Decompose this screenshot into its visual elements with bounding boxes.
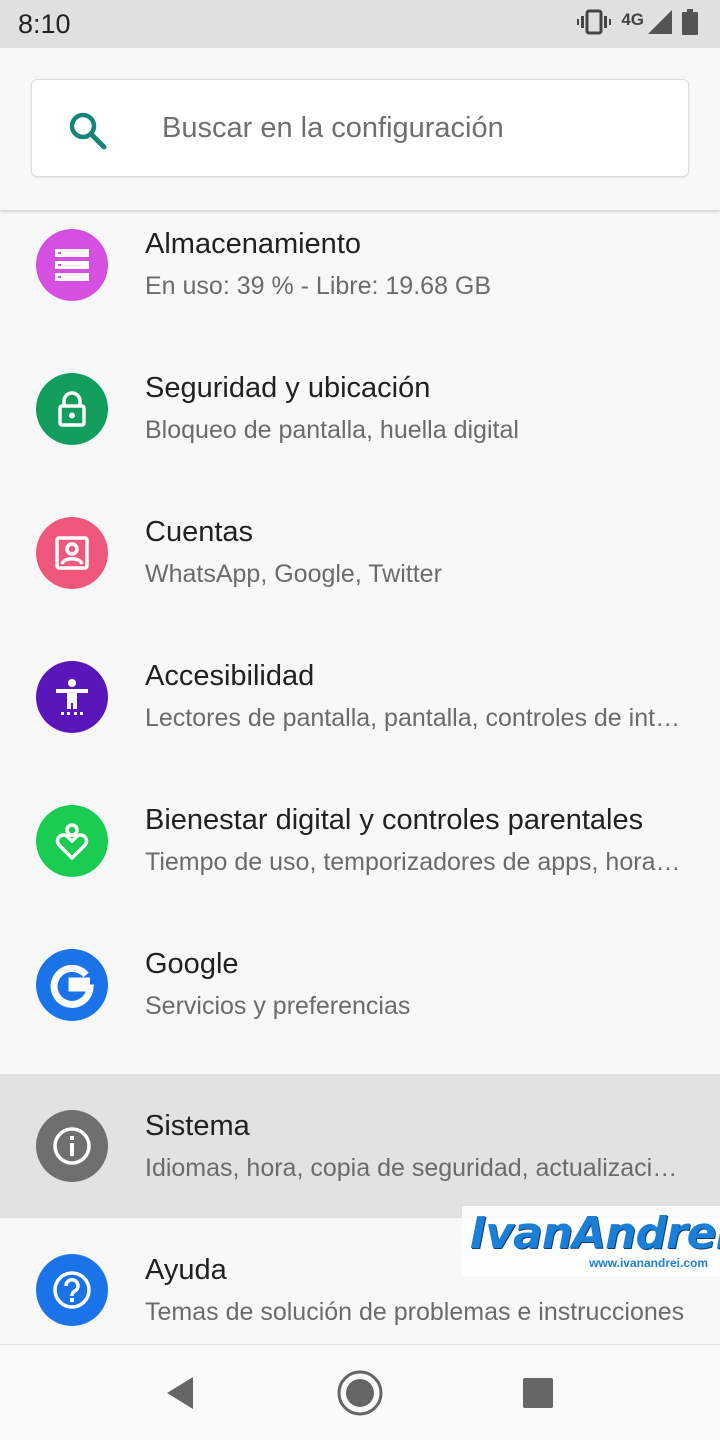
- watermark-text: IvanAndrei: [470, 1208, 720, 1259]
- setting-subtitle: WhatsApp, Google, Twitter: [145, 560, 442, 588]
- setting-subtitle: Servicios y preferencias: [145, 992, 411, 1020]
- vibrate-icon: [577, 9, 612, 40]
- settings-header: Buscar en la configuración: [0, 48, 720, 210]
- search-placeholder: Buscar en la configuración: [162, 112, 504, 144]
- google-icon: [36, 949, 108, 1021]
- storage-icon: [36, 229, 108, 301]
- setting-title: Sistema: [145, 1110, 250, 1142]
- settings-list: Almacenamiento En uso: 39 % - Libre: 19.…: [0, 210, 720, 1362]
- setting-google[interactable]: Google Servicios y preferencias: [0, 930, 720, 1074]
- status-bar: 8:10 4G: [0, 0, 720, 48]
- search-icon: [68, 111, 108, 156]
- setting-title: Cuentas: [145, 516, 254, 548]
- watermark-logo: IvanAndrei www.ivanandrei.com: [462, 1206, 720, 1276]
- help-icon: [36, 1254, 108, 1326]
- setting-title: Almacenamiento: [145, 228, 361, 260]
- setting-title: Ayuda: [145, 1254, 227, 1286]
- setting-accounts[interactable]: Cuentas WhatsApp, Google, Twitter: [0, 498, 720, 642]
- setting-title: Accesibilidad: [145, 660, 315, 692]
- setting-system[interactable]: Sistema Idiomas, hora, copia de segurida…: [0, 1074, 720, 1218]
- watermark-url: www.ivanandrei.com: [589, 1256, 708, 1270]
- setting-accessibility[interactable]: Accesibilidad Lectores de pantalla, pant…: [0, 642, 720, 786]
- status-icons: 4G: [577, 8, 698, 40]
- setting-title: Google: [145, 948, 239, 980]
- account-icon: [36, 517, 108, 589]
- info-icon: [36, 1110, 108, 1182]
- lock-icon: [36, 373, 108, 445]
- network-type: 4G: [621, 10, 644, 29]
- home-button[interactable]: [334, 1367, 386, 1419]
- setting-wellbeing[interactable]: Bienestar digital y controles parentales…: [0, 786, 720, 930]
- setting-title: Seguridad y ubicación: [145, 372, 431, 404]
- setting-subtitle: En uso: 39 % - Libre: 19.68 GB: [145, 272, 492, 300]
- home-icon: [337, 1370, 383, 1416]
- battery-icon: [682, 8, 698, 40]
- wellbeing-icon: [36, 805, 108, 877]
- status-time: 8:10: [18, 8, 71, 39]
- setting-subtitle: Tiempo de uso, temporizadores de apps, h…: [145, 848, 685, 876]
- recents-icon: [523, 1378, 553, 1408]
- recents-button[interactable]: [512, 1367, 564, 1419]
- search-bar[interactable]: Buscar en la configuración: [31, 79, 689, 177]
- setting-security[interactable]: Seguridad y ubicación Bloqueo de pantall…: [0, 354, 720, 498]
- setting-subtitle: Idiomas, hora, copia de seguridad, actua…: [145, 1154, 685, 1182]
- back-button[interactable]: [154, 1367, 206, 1419]
- setting-subtitle: Lectores de pantalla, pantalla, controle…: [145, 704, 685, 732]
- setting-subtitle: Temas de solución de problemas e instruc…: [145, 1298, 685, 1326]
- signal-icon: [648, 9, 672, 39]
- setting-title: Bienestar digital y controles parentales: [145, 804, 644, 836]
- setting-subtitle: Bloqueo de pantalla, huella digital: [145, 416, 519, 444]
- navigation-bar: [0, 1344, 720, 1440]
- accessibility-icon: [36, 661, 108, 733]
- setting-storage[interactable]: Almacenamiento En uso: 39 % - Libre: 19.…: [0, 210, 720, 354]
- back-icon: [167, 1377, 193, 1409]
